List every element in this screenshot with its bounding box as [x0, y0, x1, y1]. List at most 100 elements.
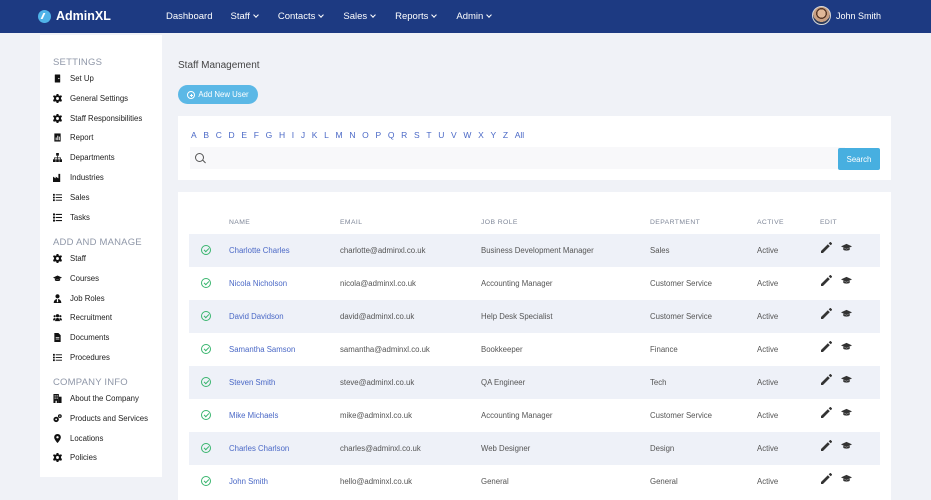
graduation-cap-icon[interactable]: [841, 308, 853, 319]
industry-icon: [53, 173, 62, 182]
pencil-icon[interactable]: [821, 340, 833, 352]
alpha-filter-r[interactable]: R: [401, 130, 407, 140]
sidebar-item-courses[interactable]: Courses: [53, 274, 99, 283]
sidebar-item-label: Procedures: [70, 353, 110, 362]
alpha-filter-g[interactable]: G: [266, 130, 273, 140]
sidebar-item-products-and-services[interactable]: Products and Services: [53, 414, 148, 423]
pencil-icon[interactable]: [821, 472, 833, 484]
graduation-cap-icon[interactable]: [841, 275, 853, 286]
sidebar-item-report[interactable]: Report: [53, 133, 93, 142]
nav-staff[interactable]: Staff: [230, 11, 259, 22]
chevron-down-icon: [370, 12, 376, 18]
nav-reports[interactable]: Reports: [395, 11, 438, 22]
sidebar-item-documents[interactable]: Documents: [53, 333, 109, 343]
sidebar-item-sales[interactable]: Sales: [53, 193, 90, 202]
alpha-filter-n[interactable]: N: [349, 130, 355, 140]
alpha-filter-w[interactable]: W: [463, 130, 471, 140]
alpha-filter-l[interactable]: L: [324, 130, 329, 140]
name-cell[interactable]: John Smith: [229, 477, 268, 486]
graduation-cap-icon: [53, 274, 62, 283]
department-cell: Sales: [650, 246, 670, 255]
department-cell: Tech: [650, 378, 667, 387]
table-row: Steven Smith steve@adminxl.co.uk QA Engine…: [189, 366, 880, 399]
sidebar-item-industries[interactable]: Industries: [53, 173, 104, 182]
table-row: Mike Michaels mike@adminxl.co.uk Accountin…: [189, 399, 880, 432]
nav-contacts[interactable]: Contacts: [278, 11, 325, 22]
name-cell[interactable]: Charlotte Charles: [229, 246, 290, 255]
graduation-cap-icon[interactable]: [841, 473, 853, 484]
alpha-filter-j[interactable]: J: [301, 130, 305, 140]
nav-sales[interactable]: Sales: [343, 11, 376, 22]
sidebar-item-job-roles[interactable]: Job Roles: [53, 294, 105, 303]
search-input[interactable]: [210, 150, 830, 166]
alpha-filter-x[interactable]: X: [478, 130, 484, 140]
alpha-filter-all[interactable]: All: [515, 130, 524, 140]
alpha-filter-v[interactable]: V: [451, 130, 457, 140]
sidebar-item-set-up[interactable]: Set Up: [53, 74, 94, 83]
job-role-cell: Accounting Manager: [481, 279, 553, 288]
plus-circle-icon: [187, 90, 196, 99]
sidebar-item-staff[interactable]: Staff: [53, 254, 86, 263]
sidebar-item-recruitment[interactable]: Recruitment: [53, 313, 112, 322]
alpha-filter-b[interactable]: B: [203, 130, 209, 140]
avatar[interactable]: [811, 6, 831, 25]
map-marker-icon: [53, 433, 62, 443]
alpha-filter-y[interactable]: Y: [490, 130, 496, 140]
alpha-filter-h[interactable]: H: [279, 130, 285, 140]
sidebar-item-about-the-company[interactable]: About the Company: [53, 394, 139, 403]
alpha-filter-i[interactable]: I: [292, 130, 294, 140]
alpha-filter-a[interactable]: A: [191, 130, 197, 140]
name-cell[interactable]: Mike Michaels: [229, 411, 278, 420]
search-button[interactable]: Search: [838, 148, 880, 170]
graduation-cap-icon[interactable]: [841, 341, 853, 352]
sidebar-item-locations[interactable]: Locations: [53, 433, 103, 443]
nav-dashboard[interactable]: Dashboard: [166, 11, 212, 22]
list-icon: [53, 193, 62, 202]
alpha-filter-k[interactable]: K: [312, 130, 318, 140]
alpha-filter-u[interactable]: U: [438, 130, 444, 140]
user-tie-icon: [53, 293, 62, 303]
alpha-filter-o[interactable]: O: [362, 130, 369, 140]
name-cell[interactable]: Nicola Nicholson: [229, 279, 287, 288]
table-row: Charles Charlson charles@adminxl.co.uk Web…: [189, 432, 880, 465]
alpha-filter-m[interactable]: M: [336, 130, 343, 140]
sidebar-item-departments[interactable]: Departments: [53, 153, 115, 163]
name-cell[interactable]: Charles Charlson: [229, 444, 289, 453]
pencil-icon[interactable]: [821, 373, 833, 385]
brand[interactable]: AdminXL: [38, 9, 111, 23]
sidebar-item-staff-responsibilities[interactable]: Staff Responsibilities: [53, 113, 142, 123]
name-cell[interactable]: David Davidson: [229, 312, 284, 321]
main-nav: Dashboard Staff Contacts Sales Reports Admin: [166, 0, 493, 33]
pencil-icon[interactable]: [821, 439, 833, 451]
alpha-filter-s[interactable]: S: [414, 130, 420, 140]
graduation-cap-icon[interactable]: [841, 242, 853, 253]
department-cell: Customer Service: [650, 279, 712, 288]
alpha-filter-f[interactable]: F: [254, 130, 259, 140]
sidebar-item-policies[interactable]: Policies: [53, 453, 97, 463]
nav-admin[interactable]: Admin: [456, 11, 493, 22]
name-cell[interactable]: Samantha Samson: [229, 345, 295, 354]
alpha-filter-z[interactable]: Z: [503, 130, 508, 140]
column-header-department: DEPARTMENT: [650, 219, 701, 226]
pencil-icon[interactable]: [821, 406, 833, 418]
pencil-icon[interactable]: [821, 241, 833, 253]
alpha-filter-q[interactable]: Q: [388, 130, 395, 140]
name-cell[interactable]: Steven Smith: [229, 378, 275, 387]
add-new-user-button[interactable]: Add New User: [178, 85, 258, 104]
alpha-filter-p[interactable]: P: [375, 130, 381, 140]
sidebar-item-tasks[interactable]: Tasks: [53, 213, 90, 222]
chevron-down-icon: [431, 12, 438, 18]
graduation-cap-icon[interactable]: [841, 407, 853, 418]
pencil-icon[interactable]: [821, 307, 833, 319]
graduation-cap-icon[interactable]: [841, 440, 853, 451]
alpha-filter-e[interactable]: E: [241, 130, 247, 140]
sidebar-item-procedures[interactable]: Procedures: [53, 353, 110, 362]
alpha-filter-d[interactable]: D: [229, 130, 235, 140]
user-menu[interactable]: John Smith: [811, 6, 881, 25]
alpha-filter-c[interactable]: C: [216, 130, 222, 140]
sidebar-item-general-settings[interactable]: General Settings: [53, 93, 128, 103]
graduation-cap-icon[interactable]: [841, 374, 853, 385]
search-bar: [190, 147, 845, 169]
alpha-filter-t[interactable]: T: [426, 130, 431, 140]
pencil-icon[interactable]: [821, 274, 833, 286]
